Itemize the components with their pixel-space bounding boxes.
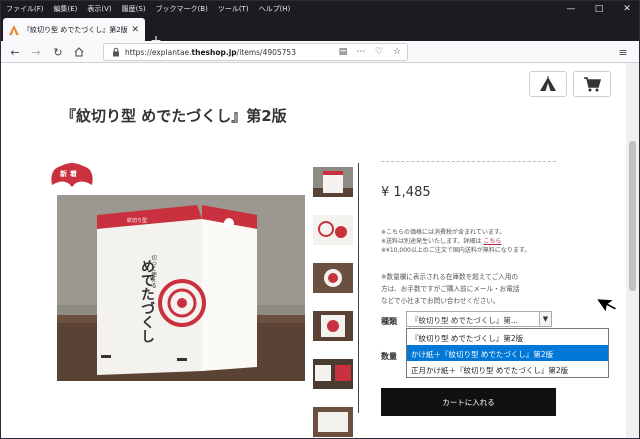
divider [358,163,359,413]
reader-view-icon[interactable]: ▤ [337,46,349,58]
thumbnail-1[interactable] [313,167,353,197]
home-icon[interactable] [71,44,87,60]
pocket-icon[interactable]: ♡ [373,46,385,58]
add-to-cart-button[interactable]: カートに入れる [381,388,556,416]
favicon-icon [9,24,19,35]
maximize-icon[interactable]: □ [585,1,613,16]
chevron-down-icon[interactable]: ▼ [539,312,551,326]
navigation-bar: ← → ↻ https://explantae.theshop.jp/items… [1,41,639,63]
mouse-cursor-icon [597,297,619,315]
home-tent-button[interactable] [529,71,567,97]
new-badge: 新着 [49,163,95,193]
shipping-note: ※送料は別途発生いたします。詳細は こちら [381,238,502,245]
stock-note-1: ※数量欄に表示される在庫数を超えてご入用の [381,273,519,281]
menu-edit[interactable]: 編集(E) [49,4,83,14]
menu-help[interactable]: ヘルプ(H) [254,4,296,14]
menu-hamburger-icon[interactable]: ≡ [615,44,631,60]
main-product-image[interactable]: 紋切り型 切って使える めでたづくし [57,195,305,381]
reload-icon[interactable]: ↻ [50,44,66,60]
stock-note-3: などで小社までお問い合わせください。 [381,297,500,305]
back-icon[interactable]: ← [7,44,23,60]
variant-select[interactable]: 『紋切り型 めでたづくし』第... ▼ [406,311,552,327]
menu-bookmarks[interactable]: ブックマーク(B) [151,4,213,14]
scrollbar-thumb[interactable] [629,141,636,291]
tab-strip: 『紋切り型 めでたづくし』第2版 | エ ✕ + [1,16,639,48]
variant-dropdown-list: 『紋切り型 めでたづくし』第2版 かけ紙＋『紋切り型 めでたづくし』第2版 正月… [406,328,609,378]
product-title: 『紋切り型 めでたづくし』第2版 [61,107,287,125]
forward-icon[interactable]: → [28,44,44,60]
bookmark-star-icon[interactable]: ☆ [391,46,403,58]
thumbnail-2[interactable] [313,215,353,245]
free-shipping-note: ※¥10,000以上のご注文で国内送料が無料になります。 [381,247,531,254]
menu-file[interactable]: ファイル(F) [1,4,49,14]
menu-tools[interactable]: ツール(T) [213,4,254,14]
minimize-icon[interactable]: — [557,1,585,16]
variant-option-3[interactable]: 正月かけ紙＋『紋切り型 めでたづくし』第2版 [407,361,608,377]
menu-history[interactable]: 履歴(S) [117,4,151,14]
page-scrollbar[interactable] [626,63,639,438]
new-badge-label: 新着 [60,170,80,178]
browser-tab[interactable]: 『紋切り型 めでたづくし』第2版 | エ ✕ [3,18,145,41]
menu-view[interactable]: 表示(V) [82,4,116,14]
browser-window: ファイル(F) 編集(E) 表示(V) 履歴(S) ブックマーク(B) ツール(… [0,0,640,439]
quantity-label: 数量 [381,352,397,361]
price: ¥ 1,485 [381,185,431,200]
thumbnail-6[interactable] [313,407,353,437]
tab-title: 『紋切り型 めでたづくし』第2版 | エ [23,25,128,34]
lock-icon [113,47,119,57]
close-tab-icon[interactable]: ✕ [131,25,139,35]
menu-bar: ファイル(F) 編集(E) 表示(V) 履歴(S) ブックマーク(B) ツール(… [1,1,639,16]
variant-label: 種類 [381,317,397,326]
window-controls: — □ ✕ [557,1,639,16]
book-spine-text: 紋切り型 [127,218,148,224]
variant-select-value: 『紋切り型 めでたづくし』第... [411,316,519,325]
address-bar[interactable]: https://explantae.theshop.jp/items/49057… [103,43,408,61]
variant-option-2[interactable]: かけ紙＋『紋切り型 めでたづくし』第2版 [407,345,608,361]
page-content: 『紋切り型 めでたづくし』第2版 新着 紋切り型 切って使える めでたづくし ¥… [1,63,628,438]
thumbnail-3[interactable] [313,263,353,293]
tax-note: ※こちらの価格には消費税が含まれています。 [381,229,506,236]
tent-icon [540,76,556,91]
close-icon[interactable]: ✕ [613,1,639,16]
url-text: https://explantae.theshop.jp/items/49057… [125,48,296,57]
stock-note-2: 方は、お手数ですがご購入前にメール・お電話 [381,285,520,293]
cart-icon [584,77,601,92]
cart-button[interactable] [573,71,611,97]
dashed-divider [381,161,556,162]
thumbnail-4[interactable] [313,311,353,341]
shipping-details-link[interactable]: こちら [483,238,501,245]
thumbnail-5[interactable] [313,359,353,389]
book-cover-title: めでたづくし [139,259,155,343]
page-actions-icon[interactable]: ⋯ [355,46,367,58]
variant-option-1[interactable]: 『紋切り型 めでたづくし』第2版 [407,329,608,345]
